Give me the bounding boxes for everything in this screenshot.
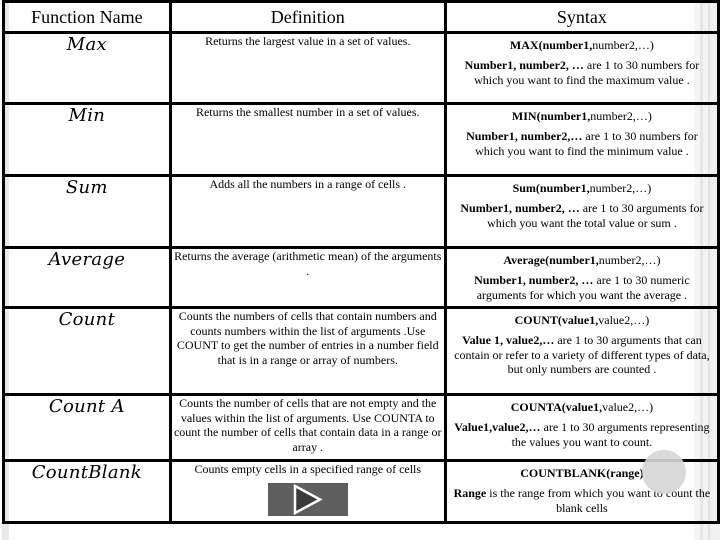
function-definition: Returns the largest value in a set of va…	[168, 31, 447, 105]
syntax-bold: COUNT(value1,	[514, 313, 599, 327]
function-syntax: COUNT(value1,value2,…) Value 1, value2,……	[443, 306, 720, 396]
syntax-description: Number1, number2,… are 1 to 30 numbers f…	[447, 124, 717, 158]
function-syntax: MIN(number1,number2,…) Number1, number2,…	[443, 102, 720, 177]
syntax-rest: value2,…)	[602, 400, 654, 414]
desc-rest: is the range from which you want to coun…	[486, 486, 711, 515]
functions-table: Function Name Definition Syntax Max Retu…	[2, 0, 720, 524]
syntax-description: Number1, number2, … are 1 to 30 argument…	[447, 196, 717, 230]
table-header-row: Function Name Definition Syntax	[2, 0, 720, 34]
syntax-description: Number1, number2, … are 1 to 30 numeric …	[447, 268, 717, 302]
syntax-bold: COUNTA(value1,	[510, 400, 603, 414]
function-name: Count	[2, 306, 172, 396]
function-definition: Counts the numbers of cells that contain…	[168, 306, 447, 396]
function-definition: Adds all the numbers in a range of cells…	[168, 174, 447, 249]
function-definition: Returns the average (arithmetic mean) of…	[168, 246, 447, 309]
function-syntax: COUNTA(value1,value2,…) Value1,value2,… …	[443, 393, 720, 462]
syntax-signature: Sum(number1,number2,…)	[447, 177, 717, 196]
syntax-bold: Average(number1,	[503, 253, 599, 267]
play-button[interactable]	[267, 482, 348, 516]
table-row: Count A Counts the number of cells that …	[2, 393, 720, 462]
function-definition: Counts empty cells in a specified range …	[168, 459, 447, 524]
syntax-signature: Average(number1,number2,…)	[447, 249, 717, 268]
function-syntax: Average(number1,number2,…) Number1, numb…	[443, 246, 720, 309]
syntax-rest: number2,…)	[589, 181, 652, 195]
syntax-bold: MAX(number1,	[509, 38, 593, 52]
syntax-signature: MAX(number1,number2,…)	[447, 34, 717, 53]
function-name: Max	[2, 31, 172, 105]
syntax-rest: number2,…)	[592, 38, 654, 52]
header-function-name: Function Name	[2, 0, 172, 34]
syntax-signature: COUNTA(value1,value2,…)	[447, 396, 717, 415]
desc-bold: Number1, number2, …	[464, 58, 584, 72]
table-row: Max Returns the largest value in a set o…	[2, 31, 720, 105]
function-syntax: Sum(number1,number2,…) Number1, number2,…	[443, 174, 720, 249]
desc-bold: Range	[453, 486, 487, 500]
desc-rest: are 1 to 30 arguments representing the v…	[511, 420, 710, 449]
function-definition: Counts the number of cells that are not …	[168, 393, 447, 462]
definition-text: Counts empty cells in a specified range …	[194, 462, 422, 476]
syntax-description: Number1, number2, … are 1 to 30 numbers …	[447, 53, 717, 87]
desc-bold: Value1,value2,…	[454, 420, 541, 434]
syntax-rest: number2,…)	[590, 109, 652, 123]
desc-bold: Number1, number2,…	[466, 129, 583, 143]
desc-bold: Number1, number2, …	[474, 273, 594, 287]
play-triangle-icon	[293, 483, 323, 515]
function-syntax: MAX(number1,number2,…) Number1, number2,…	[443, 31, 720, 105]
syntax-signature: COUNT(value1,value2,…)	[447, 309, 717, 328]
syntax-rest: number2,…)	[598, 253, 661, 267]
function-name: Sum	[2, 174, 172, 249]
syntax-description: Value1,value2,… are 1 to 30 arguments re…	[447, 415, 717, 449]
decorative-circle	[642, 450, 686, 494]
syntax-rest: value2,…)	[598, 313, 650, 327]
header-definition: Definition	[168, 0, 447, 34]
syntax-bold: Sum(number1,	[512, 181, 590, 195]
syntax-bold: MIN(number1,	[511, 109, 591, 123]
table-row: Min Returns the smallest number in a set…	[2, 102, 720, 177]
function-name: CountBlank	[2, 459, 172, 524]
header-syntax: Syntax	[443, 0, 720, 34]
table-row: Count Counts the numbers of cells that c…	[2, 306, 720, 396]
function-definition: Returns the smallest number in a set of …	[168, 102, 447, 177]
syntax-bold: COUNTBLANK(range)	[520, 466, 644, 480]
function-name: Count A	[2, 393, 172, 462]
syntax-signature: MIN(number1,number2,…)	[447, 105, 717, 124]
function-name: Min	[2, 102, 172, 177]
table-row: CountBlank Counts empty cells in a speci…	[2, 459, 720, 524]
syntax-description: Value 1, value2,… are 1 to 30 arguments …	[447, 328, 717, 377]
table-row: Sum Adds all the numbers in a range of c…	[2, 174, 720, 249]
desc-bold: Value 1, value2,…	[462, 333, 555, 347]
desc-bold: Number1, number2, …	[460, 201, 580, 215]
table-row: Average Returns the average (arithmetic …	[2, 246, 720, 309]
function-name: Average	[2, 246, 172, 309]
